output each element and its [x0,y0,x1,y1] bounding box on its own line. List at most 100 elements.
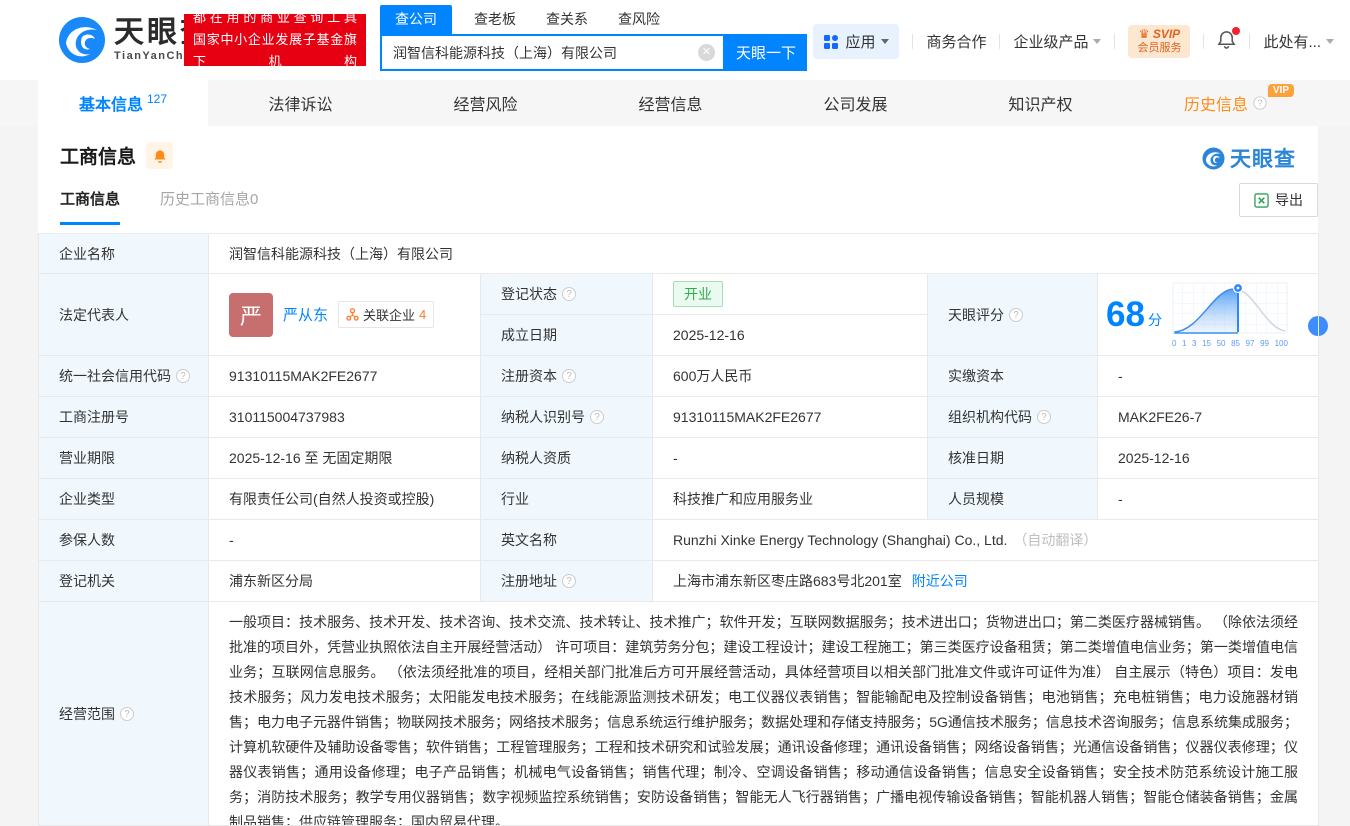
tab-operation-info[interactable]: 经营信息 [578,80,763,126]
company-type-value: 有限责任公司(自然人投资或控股) [209,479,481,520]
field-label: 参保人数 [39,520,209,561]
related-companies-label: 关联企业 [363,305,415,324]
business-term-value: 2025-12-16 至 无固定期限 [209,438,481,479]
tab-history-info[interactable]: 历史信息 ? VIP [1133,80,1318,126]
tab-basic-info[interactable]: 基本信息 127 [38,80,208,126]
nearby-companies-link[interactable]: 附近公司 [912,571,968,591]
legal-rep-name-link[interactable]: 严从东 [283,304,328,325]
status-badge: 开业 [673,281,723,307]
chevron-down-icon [1326,39,1334,44]
field-label: 工商注册号 [39,397,209,438]
monitor-bell-button[interactable] [146,142,173,169]
field-label: 纳税人识别号? [481,397,653,438]
field-label: 登记机关 [39,561,209,602]
user-account-label: 此处有... [1263,31,1321,52]
field-label: 营业期限 [39,438,209,479]
related-companies-count: 4 [419,307,426,322]
business-coop-link[interactable]: 商务合作 [926,31,986,52]
insured-value: - [209,520,481,561]
field-label: 法定代表人 [39,274,209,356]
related-companies-badge[interactable]: 关联企业 4 [338,301,434,328]
bell-icon [153,149,167,163]
search-tab-relation[interactable]: 查关系 [546,9,588,34]
tab-operation-risk[interactable]: 经营风险 [393,80,578,126]
company-name-value: 润智信科能源科技（上海）有限公司 [209,234,1319,274]
field-label: 登记状态? [481,274,653,315]
tianyancha-logo-icon [58,16,106,64]
subtab-history-business-info[interactable]: 历史工商信息0 [160,188,258,225]
reg-number-value: 310115004737983 [209,397,481,438]
divider [1249,34,1250,49]
header-menu: 应用 商务合作 企业级产品 ♛ SVIP 会员服务 此处有... [813,24,1334,59]
export-button[interactable]: 导出 [1239,183,1318,217]
help-icon[interactable]: ? [562,369,576,383]
search-button[interactable]: 天眼一下 [725,34,807,71]
search-tab-company[interactable]: 查公司 [380,5,452,34]
legal-rep-avatar[interactable]: 严 [229,293,273,337]
field-label: 成立日期 [481,315,653,356]
help-icon[interactable]: ? [176,369,190,383]
svip-crown-icon: ♛ SVIP [1137,28,1181,41]
org-code-value: MAK2FE26-7 [1098,397,1319,438]
divider [1203,34,1204,49]
chevron-down-icon [1093,39,1101,44]
field-label: 经营范围? [39,602,209,826]
notification-red-dot [1232,27,1240,35]
chevron-down-icon [881,39,889,44]
apps-menu[interactable]: 应用 [813,24,899,59]
apps-menu-label: 应用 [845,31,875,52]
industry-value: 科技推广和应用服务业 [653,479,928,520]
reg-capital-value: 600万人民币 [653,356,928,397]
staff-size-value: - [1098,479,1319,520]
field-label: 企业名称 [39,234,209,274]
search-tab-boss[interactable]: 查老板 [474,9,516,34]
search-input[interactable] [380,34,725,71]
tab-intellectual-property[interactable]: 知识产权 [948,80,1133,126]
help-icon[interactable]: ? [120,707,134,721]
tab-legal-litigation[interactable]: 法律诉讼 [208,80,393,126]
top-header: 天眼查 TianYanCha.com 都在用的商业查询工具 国家中小企业发展子基… [0,0,1350,80]
help-icon[interactable]: ? [1009,308,1023,322]
divider [1114,34,1115,49]
subtab-business-info[interactable]: 工商信息 [60,188,120,225]
apps-grid-icon [823,34,839,50]
help-icon[interactable]: ? [562,574,576,588]
search-area: 查公司 查老板 查关系 查风险 天眼一下 ✕ [380,7,807,71]
tab-company-development[interactable]: 公司发展 [763,80,948,126]
reg-status-value: 开业 [653,274,928,315]
approval-date-value: 2025-12-16 [1098,438,1319,479]
business-info-table: 企业名称 润智信科能源科技（上海）有限公司 法定代表人 严 严从东 关联企业 4… [38,233,1318,826]
company-nav-bar: 基本信息 127 法律诉讼 经营风险 经营信息 公司发展 知识产权 历史信息 ?… [0,80,1350,126]
tianyancha-watermark: 天眼查 [1202,143,1296,173]
reg-authority-value: 浦东新区分局 [209,561,481,602]
help-icon[interactable]: ? [590,410,604,424]
svip-member-button[interactable]: ♛ SVIP 会员服务 [1128,25,1190,58]
field-label: 企业类型 [39,479,209,520]
help-icon[interactable]: ? [1037,410,1051,424]
enterprise-product-menu[interactable]: 企业级产品 [1013,31,1101,52]
search-tab-risk[interactable]: 查风险 [618,9,660,34]
legal-rep-cell: 严 严从东 关联企业 4 [209,274,481,356]
field-label: 英文名称 [481,520,653,561]
score-value: 68 [1106,297,1145,332]
field-label: 注册资本? [481,356,653,397]
field-label: 统一社会信用代码? [39,356,209,397]
help-icon[interactable]: ? [562,287,576,301]
notification-bell[interactable] [1217,30,1236,54]
tianyancha-watermark-icon [1202,147,1225,170]
user-account-menu[interactable]: 此处有... [1263,31,1334,52]
reg-address-value: 上海市浦东新区枣庄路683号北201室 附近公司 [653,561,1319,602]
credit-code-value: 91310115MAK2FE2677 [209,356,481,397]
establish-date-value: 2025-12-16 [653,315,928,356]
help-icon[interactable]: ? [1253,96,1266,109]
section-title: 工商信息 [60,142,136,169]
clear-search-icon[interactable]: ✕ [698,44,715,61]
org-chart-icon [346,308,359,321]
score-axis-ticks: 0131550859799100 [1172,339,1288,348]
english-name-value: Runzhi Xinke Energy Technology (Shanghai… [653,520,1319,561]
field-label: 纳税人资质 [481,438,653,479]
business-info-card: 工商信息 天眼查 工商信息 历史工商信息0 导出 企业名称 润智信科能源科技（上… [38,126,1318,825]
svip-label: 会员服务 [1137,42,1181,55]
tianyan-score-cell[interactable]: 68 分 [1098,274,1319,356]
watermark-text: 天眼查 [1230,143,1296,173]
